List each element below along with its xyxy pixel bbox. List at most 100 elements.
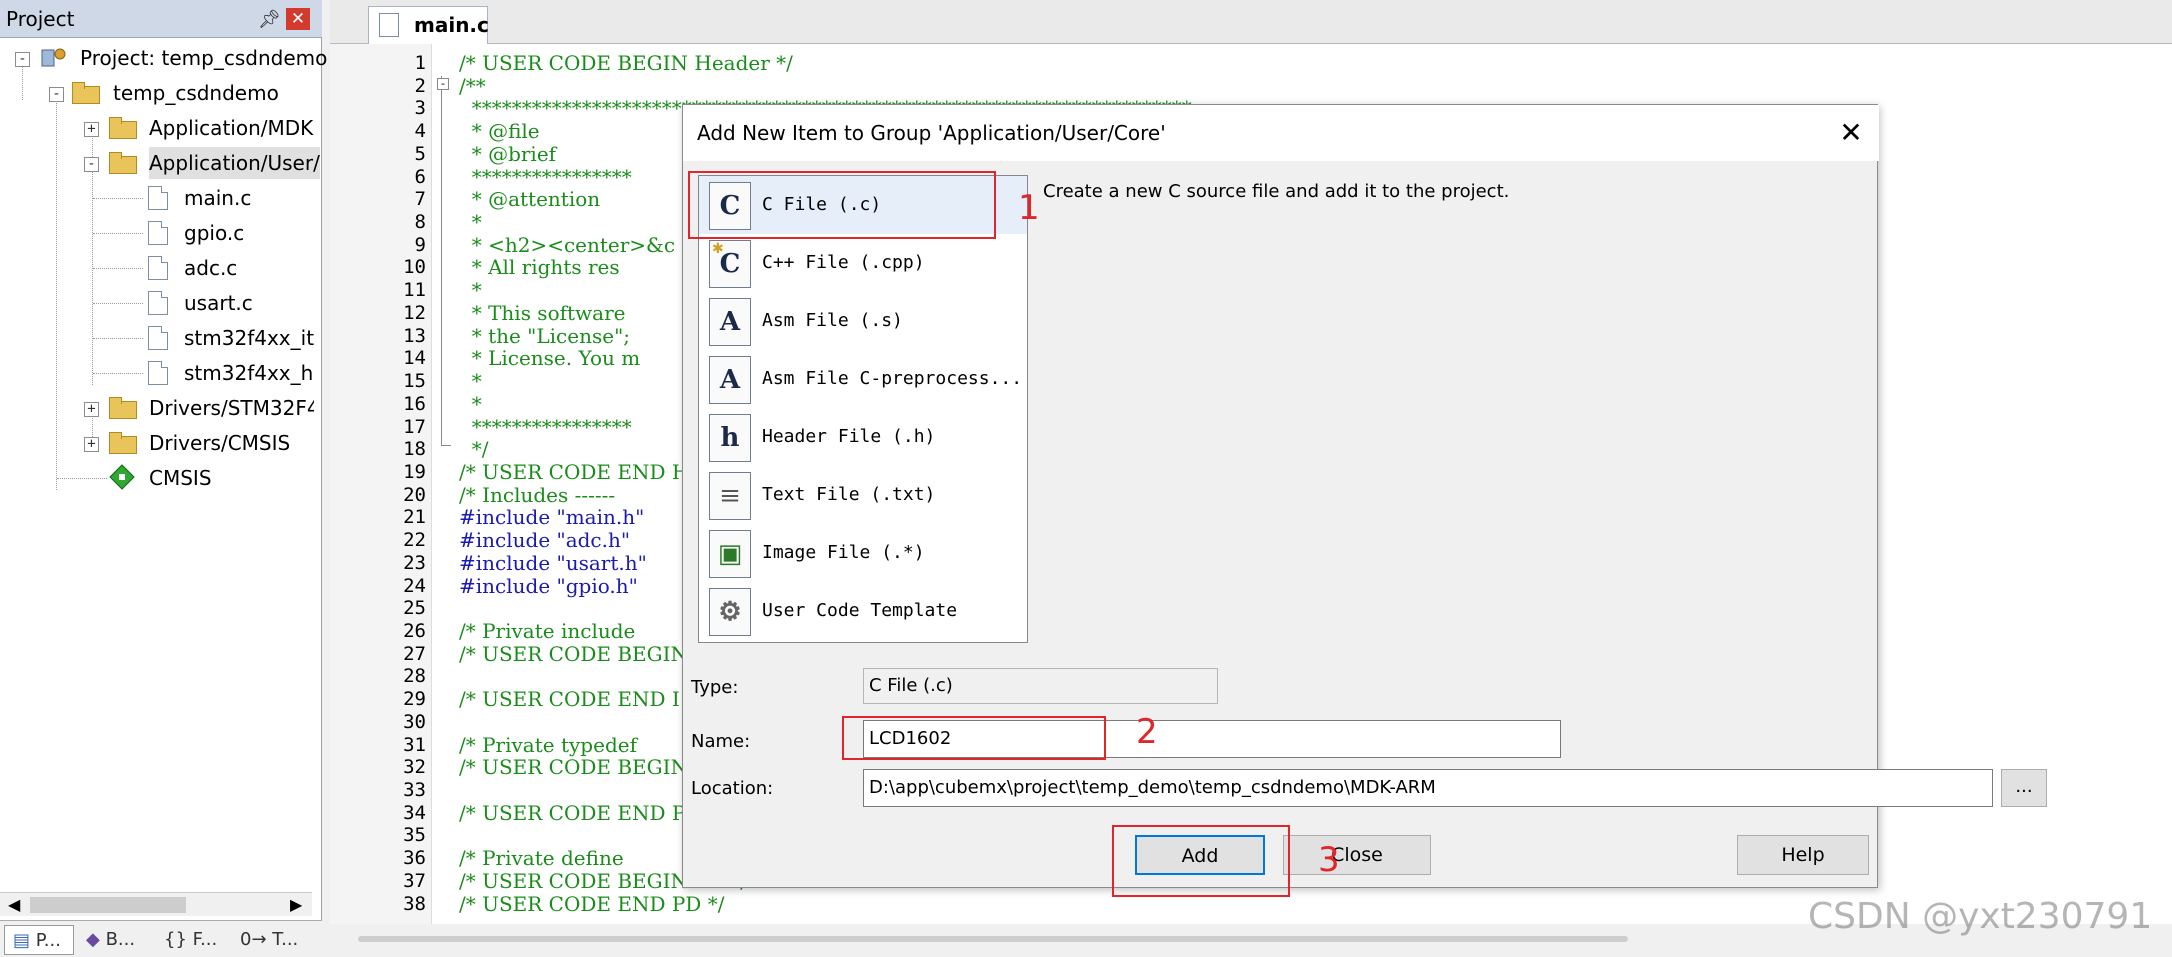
tree-item-file[interactable]: main.c (184, 182, 251, 214)
code-line: #include "gpio.h" (459, 573, 638, 598)
asm-preprocess-file-icon: A (709, 356, 751, 404)
project-tab-icon: ▤ (13, 930, 31, 951)
line-number: 3 (414, 97, 426, 120)
list-item-header-file[interactable]: h Header File (.h) (699, 408, 1027, 466)
code-line: */ (459, 437, 489, 462)
location-label: Location: (691, 778, 774, 799)
file-icon (148, 186, 168, 210)
file-icon (379, 13, 399, 37)
code-line: /* USER CODE BEGIN (459, 641, 689, 666)
list-item-image-file[interactable]: ▣ Image File (.*) (699, 524, 1027, 582)
scroll-thumb[interactable] (358, 936, 1628, 942)
code-line: * License. You m (459, 346, 641, 371)
list-item-asm-file[interactable]: A Asm File (.s) (699, 292, 1027, 350)
code-line: /* Includes ------ (459, 482, 616, 507)
tree-item-file[interactable]: gpio.c (184, 217, 244, 249)
close-icon[interactable]: ✕ (1835, 117, 1867, 149)
cmsis-component-icon (109, 464, 135, 490)
code-line: * This software (459, 300, 626, 325)
pin-icon[interactable]: 📌︎ (258, 9, 281, 30)
tree-item-file[interactable]: stm32f4xx_ha (184, 357, 314, 389)
location-input[interactable]: D:\app\cubemx\project\temp_demo\temp_csd… (863, 769, 1993, 807)
code-line: **************** (459, 164, 632, 189)
line-number: 14 (403, 347, 426, 370)
annotation-number: 2 (1136, 712, 1158, 752)
tree-item-file[interactable]: usart.c (184, 287, 253, 319)
tree-item-project[interactable]: Project: temp_csdndemo (80, 42, 327, 74)
target-folder-icon (72, 82, 100, 104)
image-file-icon: ▣ (709, 530, 751, 578)
tree-item-application-user[interactable]: Application/User/ (149, 147, 320, 179)
line-number: 16 (403, 392, 426, 415)
tab-main-c[interactable]: main.c (368, 6, 489, 44)
close-icon[interactable]: ✕ (286, 8, 310, 30)
line-number: 30 (403, 710, 426, 733)
collapse-toggle[interactable]: - (15, 52, 30, 67)
code-line: * (459, 278, 482, 303)
list-item-cpp-file[interactable]: C ✱ C++ File (.cpp) (699, 234, 1027, 292)
help-button[interactable]: Help (1737, 835, 1869, 875)
tab-templates[interactable]: 0→ T... (236, 925, 316, 955)
project-panel: Project 📌︎ ✕ - Project: temp_csdndemo - … (0, 0, 327, 957)
annotation-number: 3 (1318, 840, 1340, 880)
panel-tabs: ▤ P... ◆ B... {} F... 0→ T... (0, 920, 322, 957)
line-number: 6 (414, 165, 426, 188)
scroll-left-icon[interactable]: ◀ (8, 895, 20, 914)
file-icon (148, 361, 168, 385)
gear-icon: ⚙ (709, 588, 751, 636)
line-number: 33 (403, 779, 426, 802)
line-number: 11 (403, 279, 426, 302)
tab-functions[interactable]: {} F... (160, 925, 230, 955)
item-type-list[interactable]: C C File (.c) C ✱ C++ File (.cpp) A Asm F… (698, 175, 1028, 643)
fold-toggle[interactable]: - (437, 78, 449, 90)
expand-toggle[interactable]: + (84, 402, 99, 417)
tree-item-drivers-cmsis[interactable]: Drivers/CMSIS (149, 427, 290, 459)
line-number: 12 (403, 301, 426, 324)
line-number: 9 (414, 233, 426, 256)
line-number-gutter: 1 2 3 4 5 6 7 8 9 10 11 12 13 14 15 16 17 18 19 20 21 22 23 24 2… (330, 44, 432, 924)
line-number: 21 (403, 506, 426, 529)
expand-toggle[interactable]: + (84, 122, 99, 137)
line-number: 15 (403, 370, 426, 393)
list-item-text-file[interactable]: ≡ Text File (.txt) (699, 466, 1027, 524)
close-button[interactable]: Close (1283, 835, 1431, 875)
code-line: #include "usart.h" (459, 550, 647, 575)
line-number: 7 (414, 188, 426, 211)
line-number: 32 (403, 756, 426, 779)
tab-books[interactable]: ◆ B... (82, 925, 152, 955)
tree-item-file[interactable]: adc.c (184, 252, 237, 284)
books-tab-icon: ◆ (86, 929, 100, 950)
expand-toggle[interactable]: + (84, 437, 99, 452)
tree-item-file[interactable]: stm32f4xx_it.c (184, 322, 314, 354)
code-line: /* USER CODE END H (459, 459, 690, 484)
file-icon (148, 256, 168, 280)
scroll-right-icon[interactable]: ▶ (290, 895, 302, 914)
watermark: CSDN @yxt230791 (1808, 896, 2153, 937)
list-item-asm-preprocess-file[interactable]: A Asm File C-preprocess... (699, 350, 1027, 408)
collapse-toggle[interactable]: - (49, 87, 64, 102)
tree-item-target[interactable]: temp_csdndemo (113, 77, 279, 109)
scroll-thumb[interactable] (30, 897, 186, 913)
annotation-box (842, 716, 1106, 760)
code-line: /* USER CODE BEGIN Header */ (459, 51, 793, 75)
header-file-icon: h (709, 414, 751, 462)
tree-item-drivers-stm32[interactable]: Drivers/STM32F4x (149, 392, 314, 424)
code-line: /* USER CODE END PD */ (459, 891, 725, 916)
screen: Project 📌︎ ✕ - Project: temp_csdndemo - … (0, 0, 2172, 957)
list-item-user-code-template[interactable]: ⚙ User Code Template (699, 582, 1027, 640)
annotation-box (688, 171, 996, 239)
horizontal-scrollbar[interactable]: ◀ ▶ (0, 892, 312, 916)
line-number: 19 (403, 460, 426, 483)
collapse-toggle[interactable]: - (84, 157, 99, 172)
tree-item-application-mdk[interactable]: Application/MDK (149, 112, 313, 144)
code-line: #include "main.h" (459, 505, 645, 530)
code-line: #include "adc.h" (459, 528, 631, 553)
code-line: /* Private typedef (459, 732, 637, 757)
line-number: 36 (403, 847, 426, 870)
type-field: C File (.c) (863, 668, 1218, 704)
tree-item-cmsis[interactable]: CMSIS (149, 462, 212, 494)
line-number: 10 (403, 256, 426, 279)
tab-project[interactable]: ▤ P... (4, 925, 74, 955)
code-line: **************** (459, 414, 632, 439)
browse-button[interactable]: ... (2001, 769, 2047, 807)
